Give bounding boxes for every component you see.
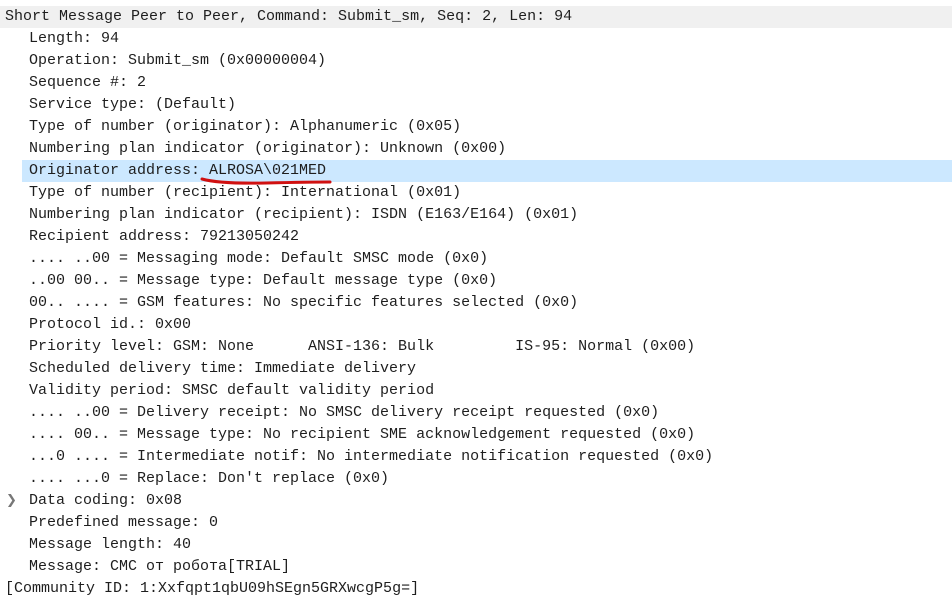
tree-item[interactable]: Priority level: GSM: None ANSI-136: Bulk… bbox=[0, 336, 952, 358]
tree-item[interactable]: Scheduled delivery time: Immediate deliv… bbox=[0, 358, 952, 380]
tree-item-label: Type of number (recipient): Internationa… bbox=[29, 184, 462, 201]
tree-item-label: .... ..00 = Messaging mode: Default SMSC… bbox=[29, 250, 489, 267]
tree-item[interactable]: .... ..00 = Delivery receipt: No SMSC de… bbox=[0, 402, 952, 424]
tree-item-label: [Community ID: 1:Xxfqpt1qbU09hSEgn5GRXwc… bbox=[5, 580, 420, 597]
tree-item-label: Validity period: SMSC default validity p… bbox=[29, 382, 435, 399]
tree-header-label: Short Message Peer to Peer, Command: Sub… bbox=[5, 8, 573, 25]
tree-item[interactable]: ❯ Data coding: 0x08 bbox=[0, 490, 952, 512]
tree-item-label: .... ..00 = Delivery receipt: No SMSC de… bbox=[29, 404, 660, 421]
chevron-right-icon[interactable]: ❯ bbox=[6, 490, 17, 512]
tree-item-label: ...0 .... = Intermediate notif: No inter… bbox=[29, 448, 714, 465]
tree-item[interactable]: Length: 94 bbox=[0, 28, 952, 50]
tree-item-label: .... ...0 = Replace: Don't replace (0x0) bbox=[29, 470, 390, 487]
tree-item-label: Numbering plan indicator (originator): U… bbox=[29, 140, 507, 157]
tree-item-label: Data coding: 0x08 bbox=[29, 492, 183, 509]
tree-item[interactable]: Recipient address: 79213050242 bbox=[0, 226, 952, 248]
tree-item-label: Sequence #: 2 bbox=[29, 74, 147, 91]
tree-item[interactable]: Operation: Submit_sm (0x00000004) bbox=[0, 50, 952, 72]
tree-item[interactable]: ...0 .... = Intermediate notif: No inter… bbox=[0, 446, 952, 468]
tree-item-label: Service type: (Default) bbox=[29, 96, 237, 113]
tree-item-label: Operation: Submit_sm (0x00000004) bbox=[29, 52, 327, 69]
tree-item-label: Protocol id.: 0x00 bbox=[29, 316, 192, 333]
tree-item-label: Message: СМС от робота[TRIAL] bbox=[29, 558, 291, 575]
tree-item-label: ..00 00.. = Message type: Default messag… bbox=[29, 272, 498, 289]
tree-item[interactable]: Numbering plan indicator (recipient): IS… bbox=[0, 204, 952, 226]
tree-item[interactable]: Type of number (recipient): Internationa… bbox=[0, 182, 952, 204]
tree-item-label: Recipient address: 79213050242 bbox=[29, 228, 300, 245]
tree-item[interactable]: .... ...0 = Replace: Don't replace (0x0) bbox=[0, 468, 952, 490]
tree-item-label: Predefined message: 0 bbox=[29, 514, 219, 531]
tree-item-label: Priority level: GSM: None ANSI-136: Bulk… bbox=[29, 338, 696, 355]
tree-item[interactable]: .... ..00 = Messaging mode: Default SMSC… bbox=[0, 248, 952, 270]
tree-item[interactable]: Numbering plan indicator (originator): U… bbox=[0, 138, 952, 160]
tree-item[interactable]: Validity period: SMSC default validity p… bbox=[0, 380, 952, 402]
tree-item[interactable]: Message: СМС от робота[TRIAL] bbox=[0, 556, 952, 578]
tree-item[interactable]: Type of number (originator): Alphanumeri… bbox=[0, 116, 952, 138]
tree-item[interactable]: Message length: 40 bbox=[0, 534, 952, 556]
tree-item-label: Length: 94 bbox=[29, 30, 120, 47]
red-annotation-underline bbox=[200, 177, 332, 185]
tree-item[interactable]: Sequence #: 2 bbox=[0, 72, 952, 94]
tree-item[interactable]: Protocol id.: 0x00 bbox=[0, 314, 952, 336]
tree-item[interactable]: .... 00.. = Message type: No recipient S… bbox=[0, 424, 952, 446]
tree-item[interactable]: ..00 00.. = Message type: Default messag… bbox=[0, 270, 952, 292]
tree-item-label: Type of number (originator): Alphanumeri… bbox=[29, 118, 462, 135]
tree-item-community-id[interactable]: [Community ID: 1:Xxfqpt1qbU09hSEgn5GRXwc… bbox=[0, 578, 952, 600]
tree-item-label: Scheduled delivery time: Immediate deliv… bbox=[29, 360, 417, 377]
tree-item-label: 00.. .... = GSM features: No specific fe… bbox=[29, 294, 579, 311]
tree-item-selected[interactable]: Originator address: ALROSA\021MED bbox=[22, 160, 952, 182]
tree-header-smpp[interactable]: Short Message Peer to Peer, Command: Sub… bbox=[0, 6, 952, 28]
tree-item-label: Numbering plan indicator (recipient): IS… bbox=[29, 206, 579, 223]
tree-item[interactable]: 00.. .... = GSM features: No specific fe… bbox=[0, 292, 952, 314]
tree-item[interactable]: Predefined message: 0 bbox=[0, 512, 952, 534]
tree-item[interactable]: Service type: (Default) bbox=[0, 94, 952, 116]
tree-item-label: .... 00.. = Message type: No recipient S… bbox=[29, 426, 696, 443]
tree-item-label: Message length: 40 bbox=[29, 536, 192, 553]
